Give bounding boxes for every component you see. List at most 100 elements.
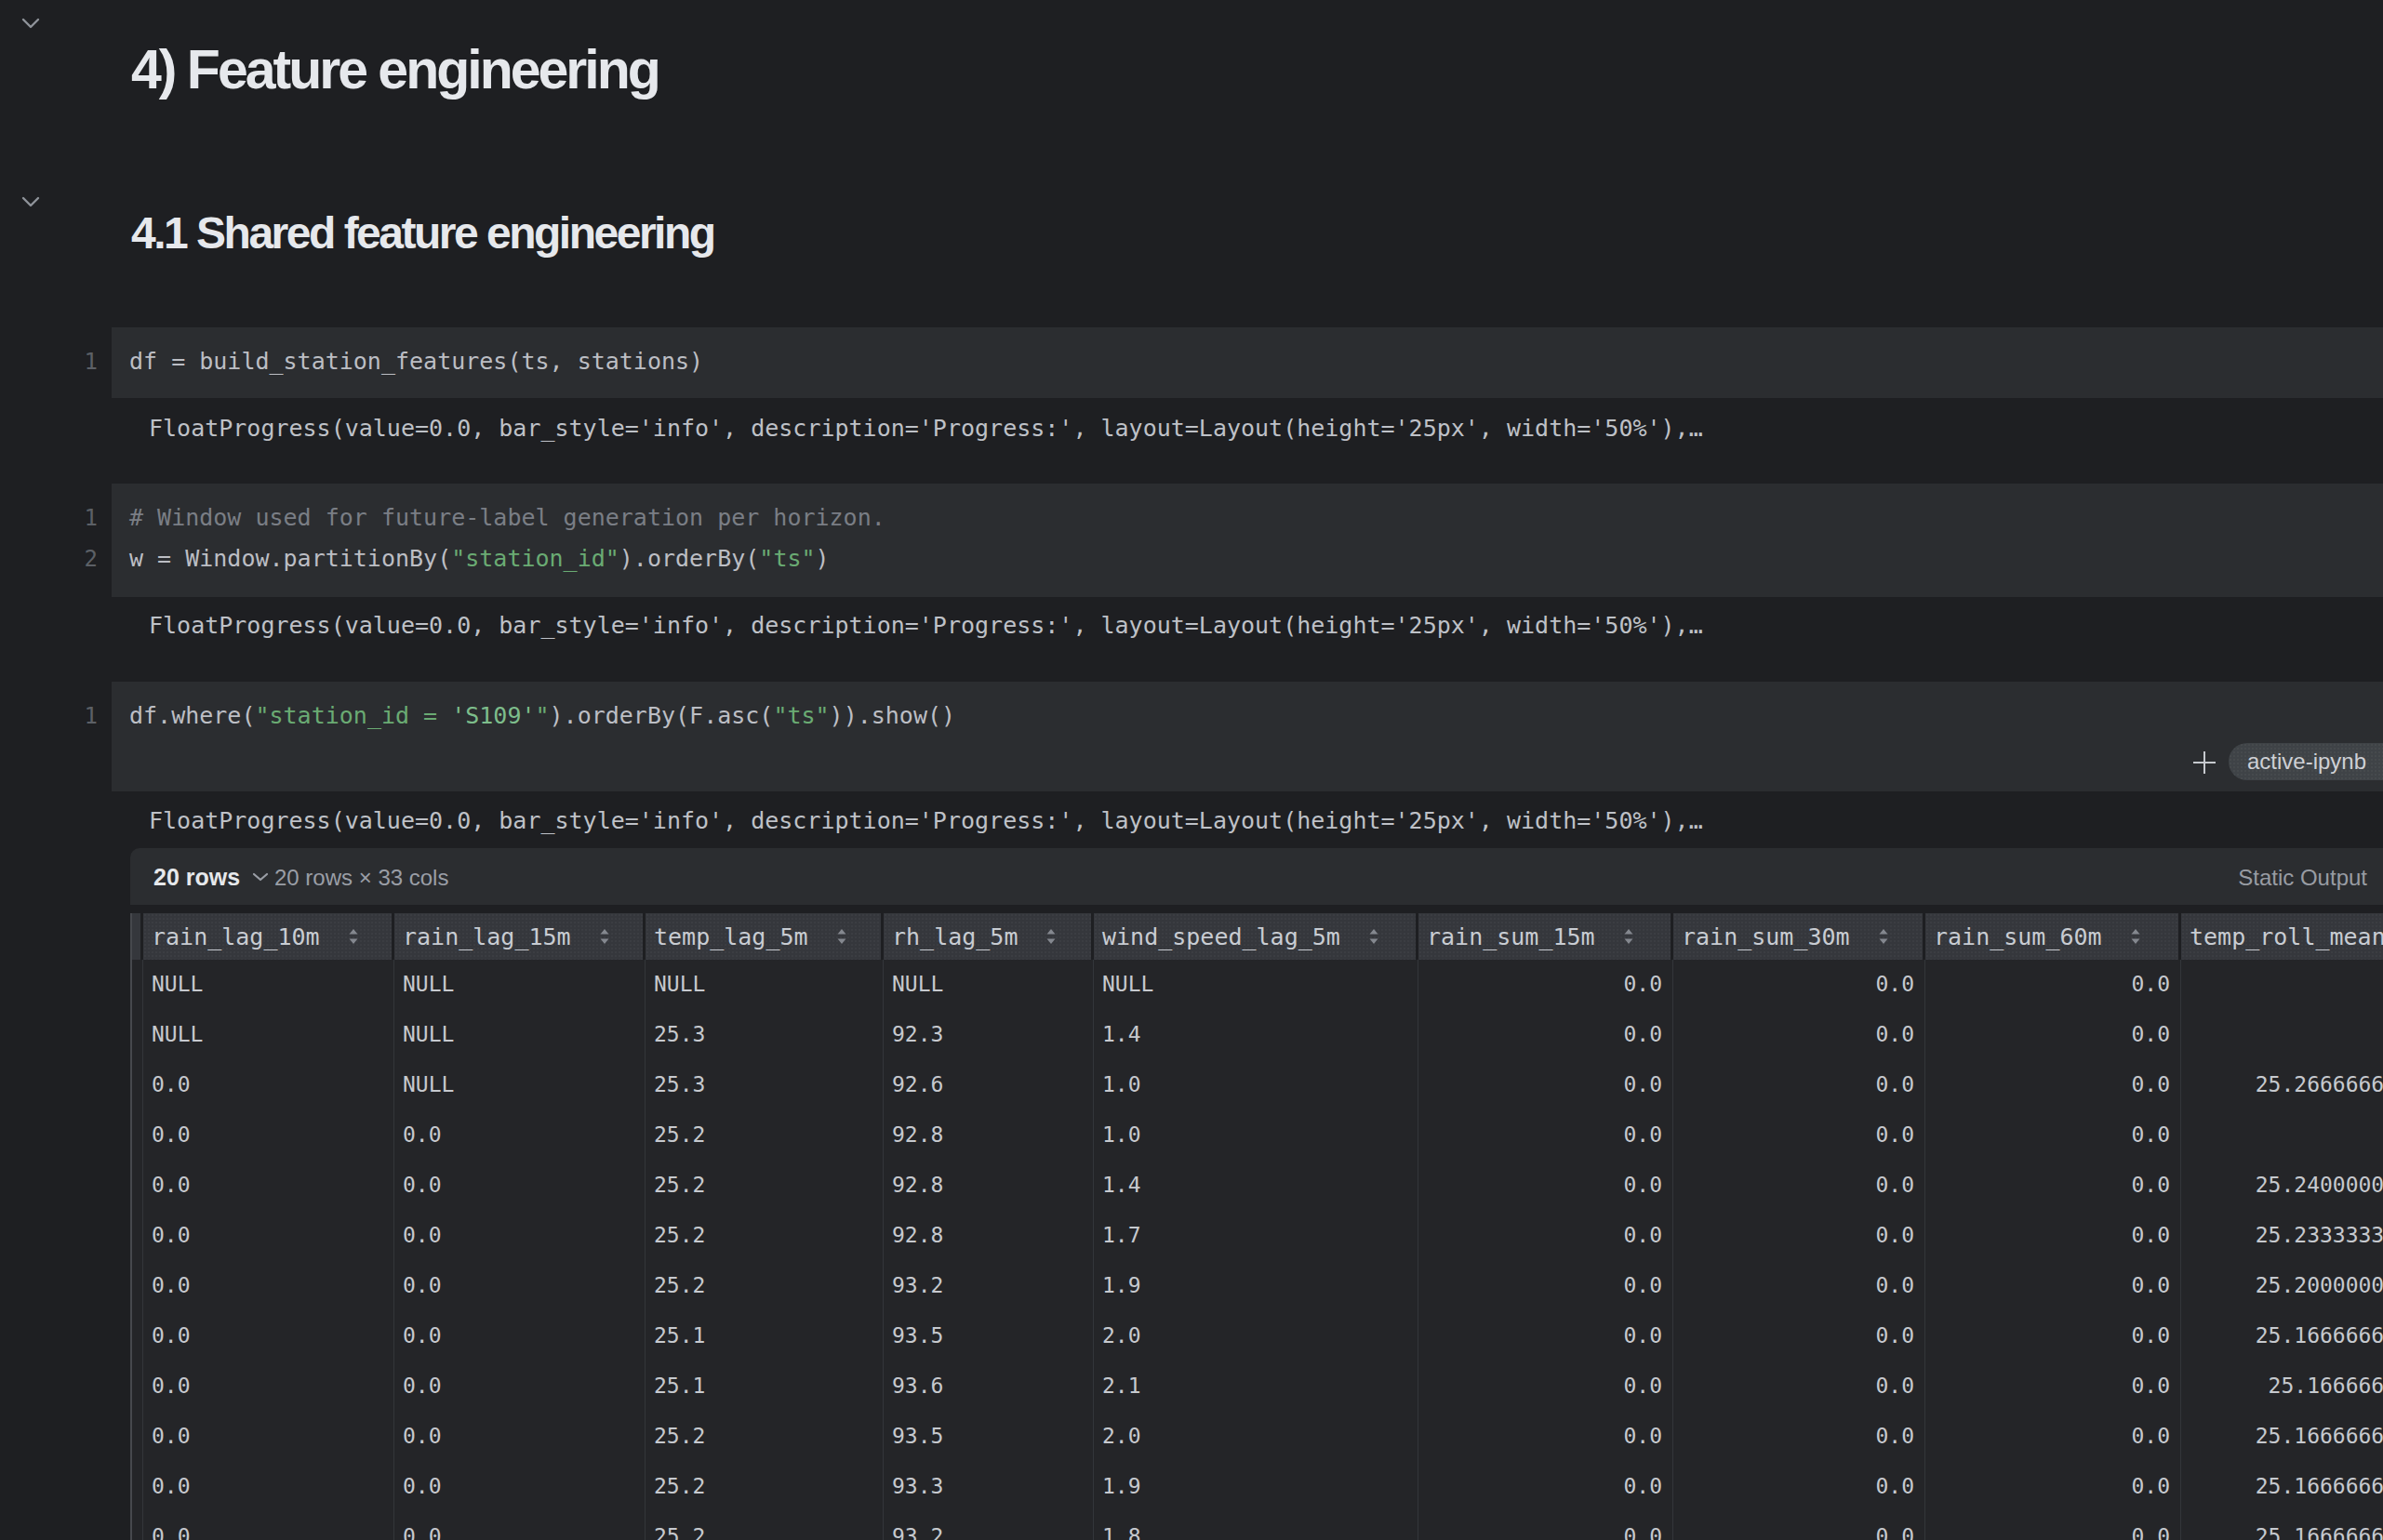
table-cell: 92.8	[884, 1211, 1094, 1261]
static-output-label: Static Output	[2238, 865, 2367, 891]
table-cell: 25.166666666666668	[2181, 1311, 2383, 1361]
row-gutter	[132, 1361, 143, 1412]
code-line[interactable]: 1df = build_station_features(ts, station…	[129, 341, 2383, 382]
sort-arrows-icon	[1045, 928, 1057, 945]
row-gutter	[132, 1161, 143, 1211]
table-cell: 0.0	[143, 1412, 394, 1462]
column-header-rain_lag_15m[interactable]: rain_lag_15m	[394, 913, 646, 960]
table-cell: 25.3	[646, 1010, 884, 1060]
sort-arrows-icon	[1623, 928, 1634, 945]
table-cell: 0.0	[1418, 1161, 1673, 1211]
column-header-wind_speed_lag_5m[interactable]: wind_speed_lag_5m	[1094, 913, 1418, 960]
cell-output: FloatProgress(value=0.0, bar_style='info…	[149, 415, 1703, 443]
table-cell: 0.0	[1418, 1261, 1673, 1311]
column-header-rh_lag_5m[interactable]: rh_lag_5m	[884, 913, 1094, 960]
column-header-rain_sum_30m[interactable]: rain_sum_30m	[1673, 913, 1925, 960]
row-gutter	[132, 960, 143, 1010]
table-row: NULLNULL25.392.31.40.00.00.0	[132, 1010, 2383, 1060]
rows-per-page-select[interactable]: 20 rows	[153, 861, 270, 893]
section-collapse-chevron-icon[interactable]	[20, 195, 41, 208]
table-cell: 0.0	[1925, 1261, 2181, 1311]
table-cell: 93.2	[884, 1512, 1094, 1540]
code-cell[interactable]: 1df.where("station_id = 'S109'").orderBy…	[112, 682, 2383, 791]
table-cell: 92.8	[884, 1110, 1094, 1161]
add-tag-plus-icon[interactable]	[2191, 750, 2217, 776]
row-gutter	[132, 1412, 143, 1462]
sort-arrows-icon	[599, 928, 610, 945]
table-row: 0.00.025.292.81.70.00.00.025.23333333333…	[132, 1211, 2383, 1261]
table-cell: 25.2	[646, 1110, 884, 1161]
row-gutter	[132, 1211, 143, 1261]
column-header-rain_sum_15m[interactable]: rain_sum_15m	[1418, 913, 1673, 960]
table-cell: 0.0	[1673, 960, 1925, 1010]
chevron-down-icon	[251, 871, 270, 883]
table-cell: 0.0	[394, 1110, 646, 1161]
table-cell: 25.166666666666668	[2181, 1462, 2383, 1512]
cell-tag-badge[interactable]: active-ipynb	[2229, 743, 2383, 780]
code-cell[interactable]: 1# Window used for future-label generati…	[112, 484, 2383, 597]
table-cell: 25.200000000000003	[2181, 1261, 2383, 1311]
line-number: 1	[81, 498, 98, 538]
table-cell: 1.7	[1094, 1211, 1418, 1261]
row-gutter	[132, 1311, 143, 1361]
column-header-label: rh_lag_5m	[892, 923, 1018, 950]
subsection-title: 4.1 Shared feature engineering	[131, 211, 714, 256]
table-cell: 0.0	[394, 1361, 646, 1412]
table-cell: 25.166666666666668	[2181, 1412, 2383, 1462]
table-cell: 0.0	[143, 1311, 394, 1361]
table-cell: 93.2	[884, 1261, 1094, 1311]
column-header-temp_lag_5m[interactable]: temp_lag_5m	[646, 913, 884, 960]
table-cell: 1.0	[1094, 1110, 1418, 1161]
table-cell: 0.0	[1673, 1161, 1925, 1211]
row-gutter	[132, 1060, 143, 1110]
code-line[interactable]: 1# Window used for future-label generati…	[129, 498, 2383, 538]
sort-arrows-icon	[2130, 928, 2141, 945]
table-cell: 1.9	[1094, 1462, 1418, 1512]
table-cell: 0.0	[143, 1261, 394, 1311]
table-cell: 0.0	[143, 1110, 394, 1161]
table-cell: 0.0	[1418, 960, 1673, 1010]
code-token: # Window used for future-label generatio…	[129, 504, 885, 531]
table-cell: 0.0	[1925, 960, 2181, 1010]
table-cell: 0.0	[1418, 1211, 1673, 1261]
table-cell: NULL	[646, 960, 884, 1010]
sort-arrows-icon	[1878, 928, 1889, 945]
table-cell: 0.0	[1418, 1462, 1673, 1512]
code-token: "	[536, 702, 550, 729]
table-header-row: rain_lag_10mrain_lag_15mtemp_lag_5m rh_la…	[132, 913, 2383, 960]
table-cell: 92.3	[884, 1010, 1094, 1060]
section-collapse-chevron-icon[interactable]	[20, 17, 41, 30]
column-header-rain_lag_10m[interactable]: rain_lag_10m	[143, 913, 394, 960]
table-cell: 25.266666666666666	[2181, 1060, 2383, 1110]
table-cell: 1.0	[1094, 1060, 1418, 1110]
table-cell: 2.0	[1094, 1311, 1418, 1361]
row-gutter	[132, 1261, 143, 1311]
table-cell: 0.0	[1673, 1361, 1925, 1412]
table-cell	[2181, 960, 2383, 1010]
code-line[interactable]: 1df.where("station_id = 'S109'").orderBy…	[129, 696, 2383, 737]
table-cell: 0.0	[394, 1311, 646, 1361]
code-cell[interactable]: 1df = build_station_features(ts, station…	[112, 327, 2383, 398]
table-cell: 0.0	[1925, 1361, 2181, 1412]
column-header-rain_sum_60m[interactable]: rain_sum_60m	[1925, 913, 2181, 960]
column-header-temp_roll_mean_15m[interactable]: temp_roll_mean_15m	[2181, 913, 2383, 960]
code-token: 'S109'	[451, 702, 535, 729]
table-cell: 25.2	[646, 1462, 884, 1512]
table-cell: 1.4	[1094, 1010, 1418, 1060]
line-number: 2	[81, 538, 98, 579]
table-cell: 0.0	[1673, 1211, 1925, 1261]
table-row: 0.00.025.293.52.00.00.00.025.16666666666…	[132, 1412, 2383, 1462]
table-cell: 0.0	[1673, 1412, 1925, 1462]
code-line[interactable]: 2w = Window.partitionBy("station_id").or…	[129, 538, 2383, 579]
line-number: 1	[81, 696, 98, 737]
sort-arrows-icon	[1368, 928, 1379, 945]
table-cell: 25.16666666666667	[2181, 1361, 2383, 1412]
table-cell: 25.2	[646, 1412, 884, 1462]
table-cell: 25.2	[646, 1161, 884, 1211]
table-toolbar: 20 rows 20 rows × 33 cols Static Output	[130, 848, 2383, 905]
table-cell: 93.5	[884, 1311, 1094, 1361]
table-cell: 25.2	[646, 1261, 884, 1311]
table-cell: 0.0	[394, 1462, 646, 1512]
table-cell: 0.0	[1418, 1512, 1673, 1540]
table-row: 0.00.025.292.81.00.00.00.0	[132, 1110, 2383, 1161]
